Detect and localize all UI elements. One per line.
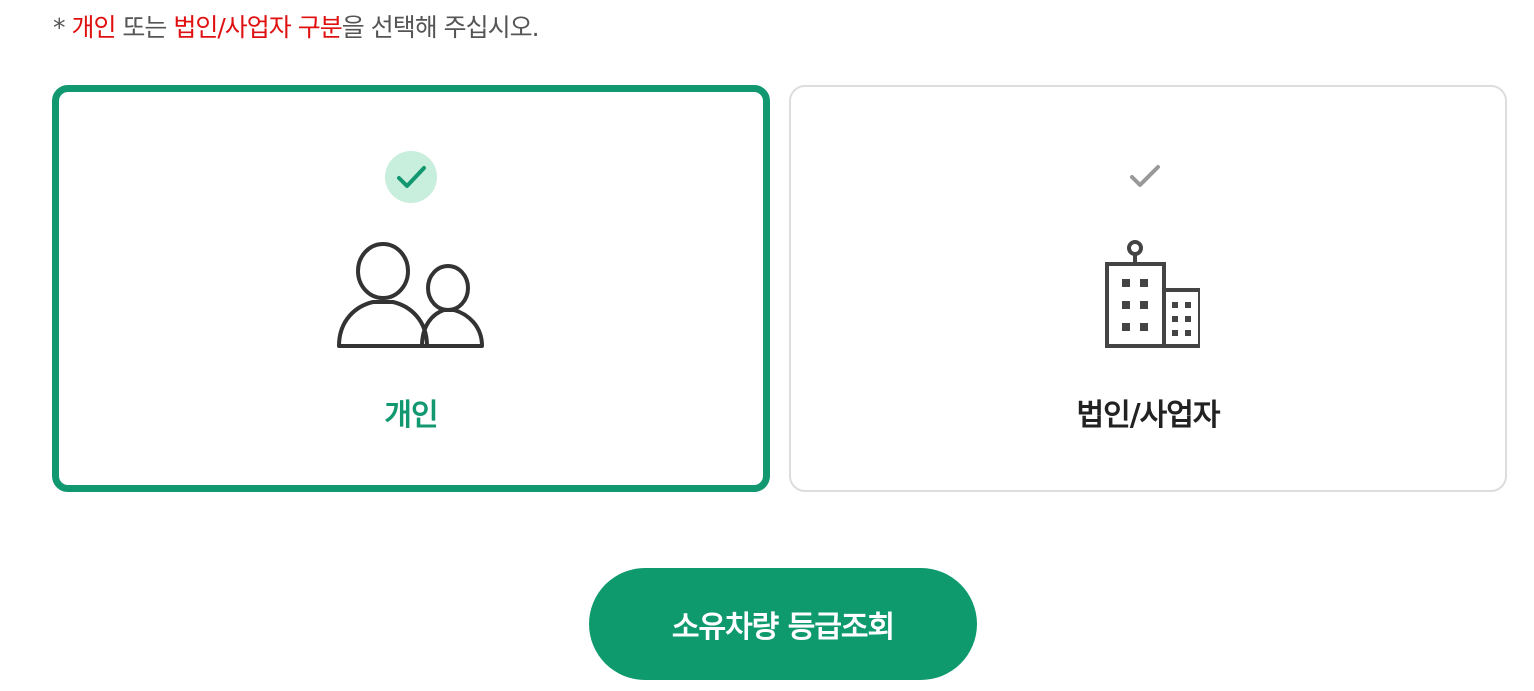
instruction-suffix: 을 선택해 주십시오. <box>341 13 540 42</box>
vehicle-grade-lookup-page: * 개인 또는 법인/사업자 구분을 선택해 주십시오. 개인 법인/사업자 소… <box>0 0 1534 691</box>
instruction-highlight-corporate: 법인/사업자 구분 <box>173 13 342 42</box>
instruction-text: * 개인 또는 법인/사업자 구분을 선택해 주십시오. <box>53 10 540 46</box>
instruction-prefix: * <box>53 13 72 42</box>
option-card-corporate[interactable]: 법인/사업자 <box>789 85 1507 492</box>
option-label-corporate: 법인/사업자 <box>1076 398 1221 433</box>
vehicle-grade-lookup-button[interactable]: 소유차량 등급조회 <box>589 568 977 680</box>
people-icon <box>336 238 486 354</box>
check-icon <box>1122 151 1174 203</box>
instruction-mid: 또는 <box>115 13 174 42</box>
check-icon <box>385 151 437 203</box>
instruction-highlight-personal: 개인 <box>71 13 116 42</box>
option-card-personal[interactable]: 개인 <box>52 85 770 492</box>
building-icon <box>1096 238 1202 354</box>
option-label-personal: 개인 <box>384 398 438 433</box>
